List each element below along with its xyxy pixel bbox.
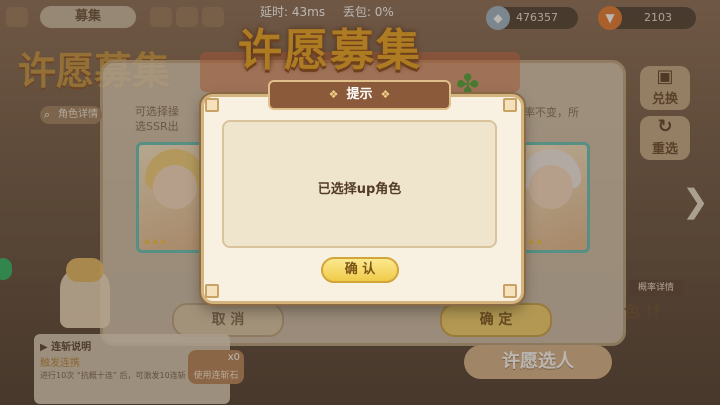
- dialog-message: 已选择up角色: [317, 182, 402, 197]
- ornament-icon: ❖: [328, 88, 339, 101]
- dialog-title: 提示: [346, 87, 373, 102]
- dialog-corner: [205, 284, 219, 298]
- dialog-corner: [503, 98, 517, 112]
- game-scene: 募集 延时: 43ms 丢包: 0% ◆ 476357 ▼ 2103 许愿募集 …: [0, 0, 720, 405]
- dialog-message-box: 已选择up角色: [222, 120, 497, 248]
- dialog-ok-button[interactable]: 确 认: [321, 257, 399, 283]
- ornament-icon: ❖: [380, 88, 391, 101]
- dialog-corner: [503, 284, 517, 298]
- dialog-header: ❖ 提示 ❖: [268, 80, 451, 110]
- dialog-corner: [205, 98, 219, 112]
